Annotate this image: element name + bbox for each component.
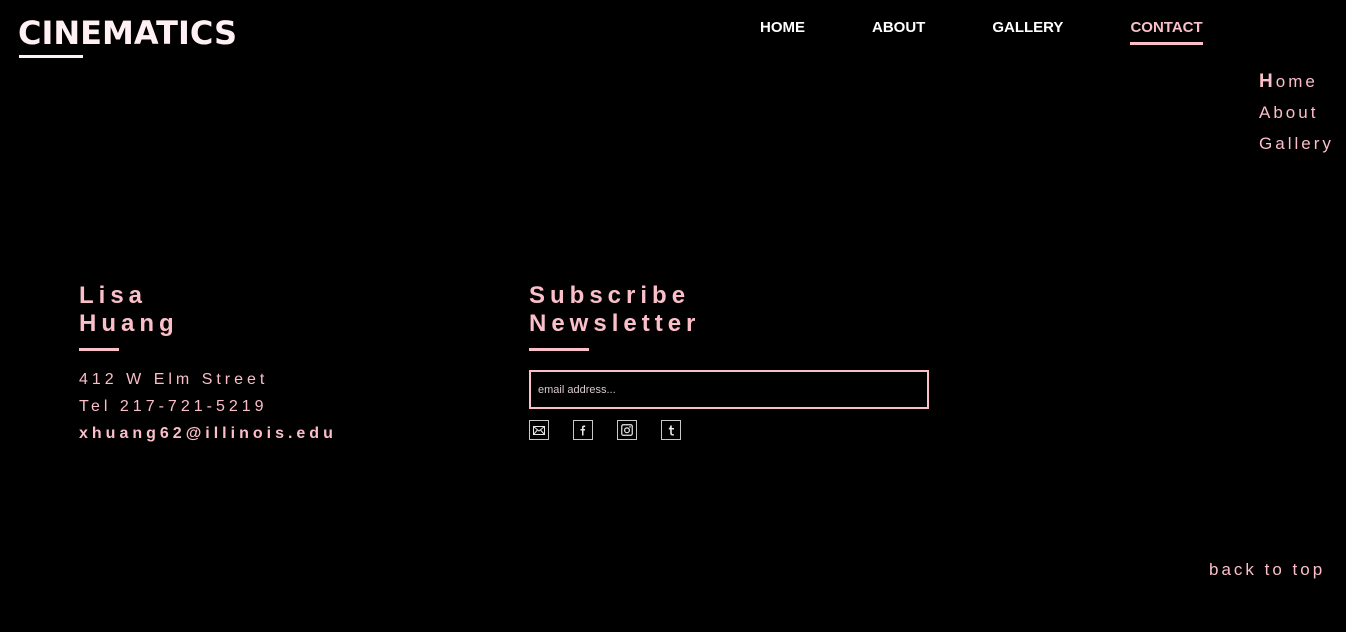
- sidenav-gallery-initial: G: [1259, 134, 1276, 153]
- contact-section: Lisa Huang 412 W Elm Street Tel 217-721-…: [79, 282, 337, 447]
- sidenav-gallery-rest: allery: [1275, 134, 1334, 153]
- newsletter-email-input[interactable]: [529, 370, 929, 409]
- subscribe-divider: [529, 348, 589, 351]
- mail-icon[interactable]: [529, 420, 549, 440]
- sidenav-about-initial: A: [1259, 103, 1274, 122]
- sidenav-home-link[interactable]: Home: [1259, 66, 1334, 97]
- sidenav-home-rest: ome: [1275, 72, 1318, 91]
- contact-email[interactable]: xhuang62@illinois.edu: [79, 420, 337, 447]
- logo-underline: [19, 55, 83, 58]
- subscribe-heading-line2: Newsletter: [529, 310, 701, 337]
- contact-address: 412 W Elm Street: [79, 371, 269, 388]
- subscribe-heading-line1: Subscribe: [529, 282, 691, 309]
- contact-details: 412 W Elm Street Tel 217-721-5219 xhuang…: [79, 366, 337, 447]
- tumblr-icon[interactable]: [661, 420, 681, 440]
- contact-phone: Tel 217-721-5219: [79, 398, 268, 415]
- contact-last-name: Huang: [79, 310, 179, 337]
- subscribe-heading: Subscribe Newsletter: [529, 282, 929, 338]
- contact-name-heading: Lisa Huang: [79, 282, 337, 338]
- sidenav-home-initial: H: [1259, 71, 1276, 92]
- sidenav-about-rest: bout: [1273, 103, 1319, 122]
- topnav-gallery-link[interactable]: GALLERY: [992, 19, 1063, 37]
- instagram-icon[interactable]: [617, 420, 637, 440]
- facebook-icon[interactable]: [573, 420, 593, 440]
- back-to-top-link[interactable]: back to top: [1209, 560, 1325, 580]
- contact-first-name: Lisa: [79, 282, 148, 309]
- social-links: [529, 420, 929, 440]
- sidenav-about-link[interactable]: About: [1259, 97, 1334, 128]
- top-navigation: HOME ABOUT GALLERY CONTACT: [760, 19, 1270, 45]
- topnav-contact-link[interactable]: CONTACT: [1130, 19, 1203, 45]
- site-logo[interactable]: CINEMATICS: [18, 14, 237, 52]
- topnav-home-link[interactable]: HOME: [760, 19, 805, 37]
- topnav-about-link[interactable]: ABOUT: [872, 19, 925, 37]
- side-navigation: Home About Gallery: [1259, 66, 1334, 159]
- contact-divider: [79, 348, 119, 351]
- subscribe-section: Subscribe Newsletter: [529, 282, 929, 440]
- sidenav-gallery-link[interactable]: Gallery: [1259, 128, 1334, 159]
